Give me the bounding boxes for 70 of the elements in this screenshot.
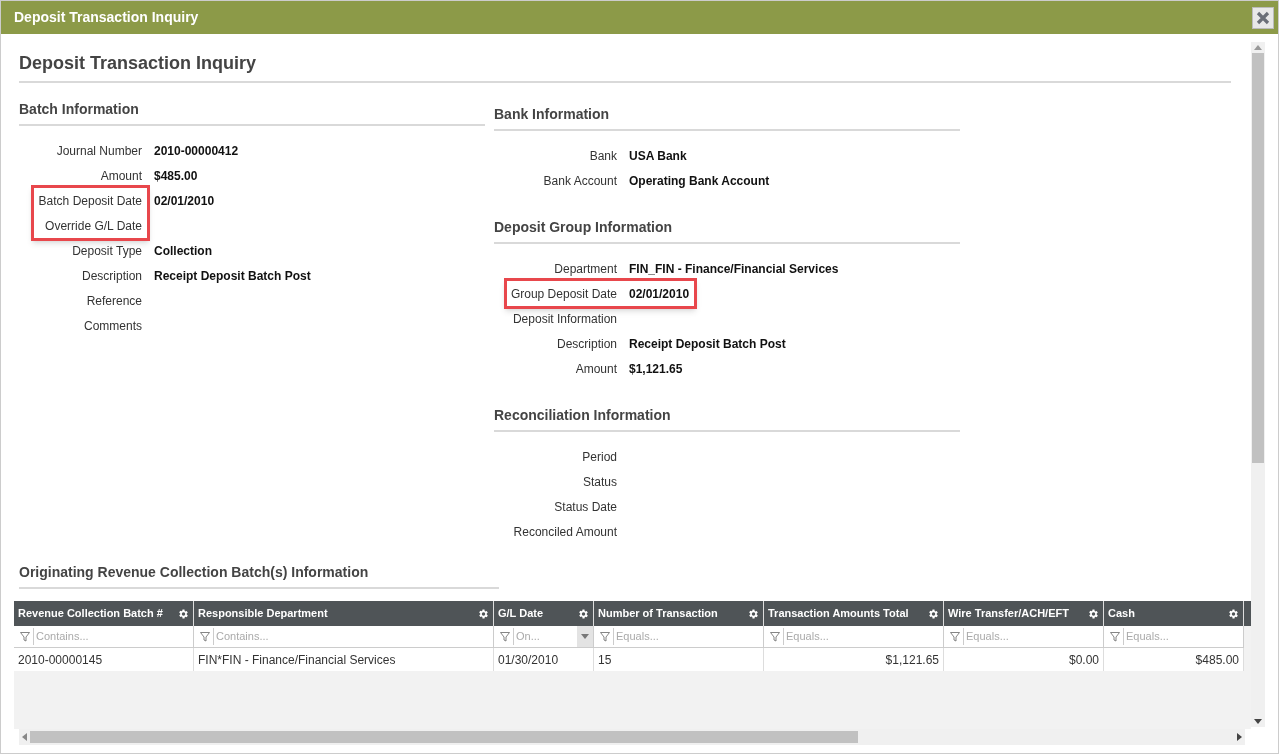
table-cell: 01/30/2010 (494, 648, 594, 671)
field-label: Amount (574, 360, 617, 378)
section-heading: Deposit Group Information (494, 219, 673, 235)
filter-icon[interactable] (600, 631, 610, 642)
horizontal-scrollbar[interactable] (19, 729, 1245, 745)
field-value: 2010-00000412 (154, 142, 239, 160)
filter-icon[interactable] (500, 631, 510, 642)
field-label: Batch Deposit Date (37, 192, 142, 210)
settings-icon[interactable] (177, 607, 189, 620)
field-label: Bank Account (542, 172, 617, 190)
dropdown-button[interactable] (577, 626, 593, 647)
field-label: Status Date (553, 498, 617, 516)
table-cell: $485.00 (1104, 648, 1244, 671)
field-value: Receipt Deposit Batch Post (154, 267, 311, 285)
field-label: Bank (588, 147, 617, 165)
field-label: Department (553, 260, 617, 278)
window-title: Deposit Transaction Inquiry (14, 8, 199, 27)
field-label: Journal Number (55, 142, 142, 160)
table-cell: 15 (594, 648, 764, 671)
field-value: Receipt Deposit Batch Post (629, 335, 786, 353)
field-label: Reconciled Amount (512, 523, 617, 541)
filter-icon[interactable] (770, 631, 780, 642)
field-value: FIN_FIN - Finance/Financial Services (629, 260, 839, 278)
field-label: Description (555, 335, 617, 353)
page-title: Deposit Transaction Inquiry (19, 53, 257, 73)
settings-icon[interactable] (477, 607, 489, 620)
field-label: Period (581, 448, 617, 466)
field-value: 02/01/2010 (154, 192, 215, 210)
scroll-left-icon[interactable] (22, 733, 27, 741)
field-value: $1,121.65 (629, 360, 683, 378)
settings-icon[interactable] (1087, 607, 1099, 620)
scroll-up-icon[interactable] (1254, 45, 1262, 50)
field-label: Group Deposit Date (509, 285, 617, 303)
settings-icon[interactable] (747, 607, 759, 620)
section-heading: Bank Information (494, 106, 610, 122)
field-value: USA Bank (629, 147, 687, 165)
field-label: Deposit Information (511, 310, 617, 328)
scroll-down-icon[interactable] (1254, 719, 1262, 724)
field-value: Collection (154, 242, 212, 260)
filter-icon[interactable] (200, 631, 210, 642)
field-label: Amount (99, 167, 142, 185)
field-value: 02/01/2010 (629, 285, 690, 303)
section-heading: Originating Revenue Collection Batch(s) Information (19, 564, 369, 580)
field-label: Override G/L Date (44, 217, 142, 235)
field-label: Deposit Type (71, 242, 142, 260)
settings-icon[interactable] (927, 607, 939, 620)
scrollbar-thumb[interactable] (30, 731, 858, 743)
scrollbar-thumb[interactable] (1252, 53, 1264, 463)
table-cell: FIN*FIN - Finance/Financial Services (194, 648, 494, 671)
caret-icon (581, 634, 589, 639)
field-label: Comments (83, 317, 142, 335)
scroll-right-icon[interactable] (1237, 733, 1242, 741)
field-label: Description (80, 267, 142, 285)
field-label: Status (581, 473, 617, 491)
close-icon (1256, 10, 1270, 25)
close-button[interactable] (1252, 6, 1274, 29)
settings-icon[interactable] (577, 607, 589, 620)
table-cell: 2010-00000145 (14, 648, 194, 671)
field-label: Reference (85, 292, 142, 310)
section-heading: Reconciliation Information (494, 407, 671, 423)
filter-icon[interactable] (20, 631, 30, 642)
settings-icon[interactable] (1227, 607, 1239, 620)
filter-icon[interactable] (1110, 631, 1120, 642)
table-cell: $1,121.65 (764, 648, 944, 671)
field-value: $485.00 (154, 167, 198, 185)
table-cell: $0.00 (944, 648, 1104, 671)
filter-icon[interactable] (950, 631, 960, 642)
vertical-scrollbar[interactable] (1251, 42, 1265, 727)
field-value: Operating Bank Account (629, 172, 770, 190)
section-heading: Batch Information (19, 101, 139, 117)
